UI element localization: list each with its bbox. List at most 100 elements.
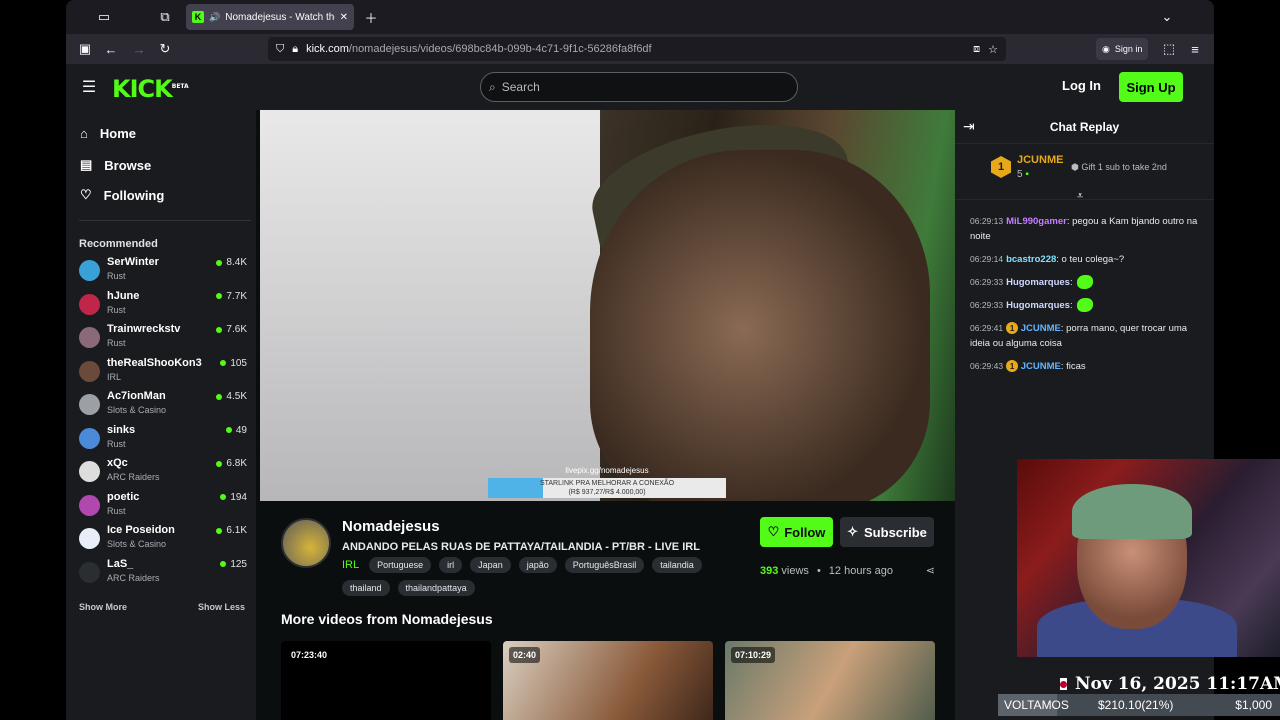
- tag-list: IRL Portuguese irl Japan japão PortuguêsBras…: [342, 557, 702, 596]
- sidebar-item-browse[interactable]: ▤ Browse: [80, 157, 151, 173]
- video-thumbnail[interactable]: 07:23:40: [281, 641, 491, 720]
- reload-icon[interactable]: ↻: [154, 38, 176, 60]
- video-thumbnail[interactable]: 07:10:29: [725, 641, 935, 720]
- date-time: Nov 16, 2025 11:17AM: [1075, 674, 1280, 694]
- channel-name: hJune: [107, 289, 140, 302]
- shield-icon[interactable]: ⛉: [276, 43, 284, 56]
- video-frame: [590, 150, 930, 501]
- account-icon: ◉: [1102, 43, 1110, 54]
- top-gifter-name[interactable]: JCUNME: [1017, 154, 1063, 166]
- recommended-channel[interactable]: theRealShooKon3 IRL 105: [79, 357, 247, 387]
- browser-tab[interactable]: K 🔊 Nomadejesus - Watch the V ✕: [186, 4, 354, 30]
- chat-message: 06:29:41 1 JCUNME: porra mano, quer troca…: [970, 322, 1188, 349]
- bookmark-star-icon[interactable]: ☆: [988, 43, 998, 56]
- recommended-channel[interactable]: xQc ARC Raiders 6.8K: [79, 457, 247, 487]
- share-icon[interactable]: ⋖: [926, 564, 935, 577]
- live-dot-icon: [220, 360, 227, 366]
- channel-avatar[interactable]: [281, 518, 331, 568]
- webcam-frame: [1072, 484, 1192, 539]
- hamburger-icon[interactable]: ☰: [78, 76, 100, 98]
- chat-username[interactable]: JCUNME: [1021, 323, 1061, 334]
- recommended-channel[interactable]: Ac7ionMan Slots & Casino 4.5K: [79, 390, 247, 420]
- picture-in-picture-icon[interactable]: ⧈: [973, 43, 980, 56]
- extensions-icon[interactable]: ⬚: [1158, 38, 1180, 60]
- sidebar-item-following[interactable]: ♡ Following: [80, 187, 164, 203]
- chat-username[interactable]: Hugomarques: [1006, 300, 1070, 311]
- recommended-channel[interactable]: hJune Rust 7.7K: [79, 290, 247, 320]
- video-player[interactable]: livepix.gg/nomadejesus STARLINK PRA MELH…: [260, 110, 955, 501]
- address-bar[interactable]: ⛉ 🔒︎ kick.com/nomadejesus/videos/698bc84…: [268, 37, 1006, 61]
- category-link[interactable]: IRL: [342, 559, 359, 571]
- tag-chip[interactable]: Japan: [470, 557, 511, 573]
- tag-chip[interactable]: thailandpattaya: [397, 580, 475, 596]
- follow-button[interactable]: ♡ Follow: [760, 517, 833, 547]
- message-text: ficas: [1066, 361, 1086, 372]
- video-duration: 07:23:40: [287, 647, 332, 663]
- new-tab-icon[interactable]: ＋: [360, 6, 382, 28]
- back-icon[interactable]: ←: [100, 38, 122, 60]
- tag-chip[interactable]: irl: [439, 557, 463, 573]
- recommended-channel[interactable]: SerWinter Rust 8.4K: [79, 256, 247, 286]
- lock-icon[interactable]: 🔒︎: [292, 43, 298, 56]
- video-thumbnail[interactable]: 02:40: [503, 641, 713, 720]
- chat-username[interactable]: Hugomarques: [1006, 277, 1070, 288]
- subscribe-button[interactable]: ✧ Subscribe: [840, 517, 934, 547]
- video-title: ANDANDO PELAS RUAS DE PATTAYA/TAILANDIA …: [342, 541, 700, 553]
- sidebar-toggle-icon[interactable]: ▭: [86, 6, 122, 28]
- sidebar-icon[interactable]: ▣: [74, 38, 96, 60]
- expand-icon[interactable]: ⩡: [1077, 190, 1083, 203]
- sidebar-item-home[interactable]: ⌂ Home: [80, 126, 136, 141]
- channel-name: Ac7ionMan: [107, 390, 166, 402]
- chat-username[interactable]: bcastro228: [1006, 254, 1056, 265]
- menu-icon[interactable]: ≡: [1184, 38, 1206, 60]
- recommended-channel[interactable]: Trainwreckstv Rust 7.6K: [79, 323, 247, 353]
- recommended-channel[interactable]: LaS_ ARC Raiders 125: [79, 558, 247, 588]
- tag-chip[interactable]: PortuguêsBrasil: [564, 557, 645, 573]
- live-dot-icon: [216, 293, 223, 299]
- donation-link: livepix.gg/nomadejesus: [565, 466, 649, 475]
- recommended-channel[interactable]: Ice Poseidon Slots & Casino 6.1K: [79, 524, 247, 554]
- channel-category: Rust: [107, 505, 126, 516]
- live-dot-icon: [216, 326, 223, 333]
- search-input[interactable]: [501, 80, 782, 94]
- gift-count: 5 ▪: [1017, 169, 1029, 180]
- show-more-button[interactable]: Show More: [79, 602, 127, 612]
- url-domain: kick.com: [306, 43, 349, 55]
- log-in-button[interactable]: Log In: [1062, 78, 1101, 93]
- gifter-badge-icon: 1: [1006, 360, 1019, 373]
- channel-name[interactable]: Nomadejesus: [342, 518, 440, 535]
- sidebar-divider: [79, 220, 251, 221]
- live-dot-icon: [220, 494, 227, 500]
- tab-overview-icon[interactable]: ⧉: [154, 6, 176, 28]
- audio-icon[interactable]: 🔊: [209, 12, 220, 23]
- url-path: /nomadejesus/videos/698bc84b-099b-4c71-9…: [348, 43, 652, 55]
- tag-chip[interactable]: thailand: [342, 580, 390, 596]
- show-less-button[interactable]: Show Less: [198, 602, 245, 612]
- goal-amount: $210.10(21%): [1098, 698, 1174, 712]
- sign-up-button[interactable]: Sign Up: [1119, 72, 1183, 102]
- tag-chip[interactable]: japão: [518, 557, 557, 573]
- recommended-channel[interactable]: sinks Rust 49: [79, 424, 247, 454]
- emote-icon: [1077, 275, 1094, 290]
- tag-chip[interactable]: Portuguese: [369, 557, 432, 573]
- sidebar-item-label: Following: [103, 187, 165, 203]
- tag-chip[interactable]: tailandia: [652, 557, 702, 573]
- chat-message: 06:29:33 Hugomarques:: [970, 298, 1206, 313]
- avatar: [79, 427, 100, 449]
- forward-icon[interactable]: →: [128, 38, 150, 60]
- avatar: [79, 494, 100, 516]
- sign-in-label: Sign in: [1114, 44, 1143, 54]
- gift-sub-prompt[interactable]: ⬢ Gift 1 sub to take 2nd: [1071, 162, 1167, 173]
- recommended-channel[interactable]: poetic Rust 194: [79, 491, 247, 521]
- site-header: ☰ KICKBETA ⌕ Log In Sign Up: [66, 64, 1214, 110]
- subscribe-label: Subscribe: [864, 524, 927, 540]
- sign-in-button[interactable]: ◉ Sign in: [1096, 38, 1149, 60]
- tab-list-chevron-icon[interactable]: ⌄: [1156, 6, 1178, 28]
- nav-bar: ▣ ← → ↻ ⛉ 🔒︎ kick.com/nomadejesus/videos…: [66, 34, 1214, 64]
- close-tab-icon[interactable]: ✕: [340, 12, 348, 23]
- viewer-count: 4.5K: [216, 391, 247, 402]
- chat-username[interactable]: MiL990gamer: [1006, 216, 1067, 227]
- chat-username[interactable]: JCUNME: [1021, 361, 1061, 372]
- search-box[interactable]: ⌕: [480, 72, 798, 102]
- kick-logo[interactable]: KICKBETA: [112, 75, 189, 103]
